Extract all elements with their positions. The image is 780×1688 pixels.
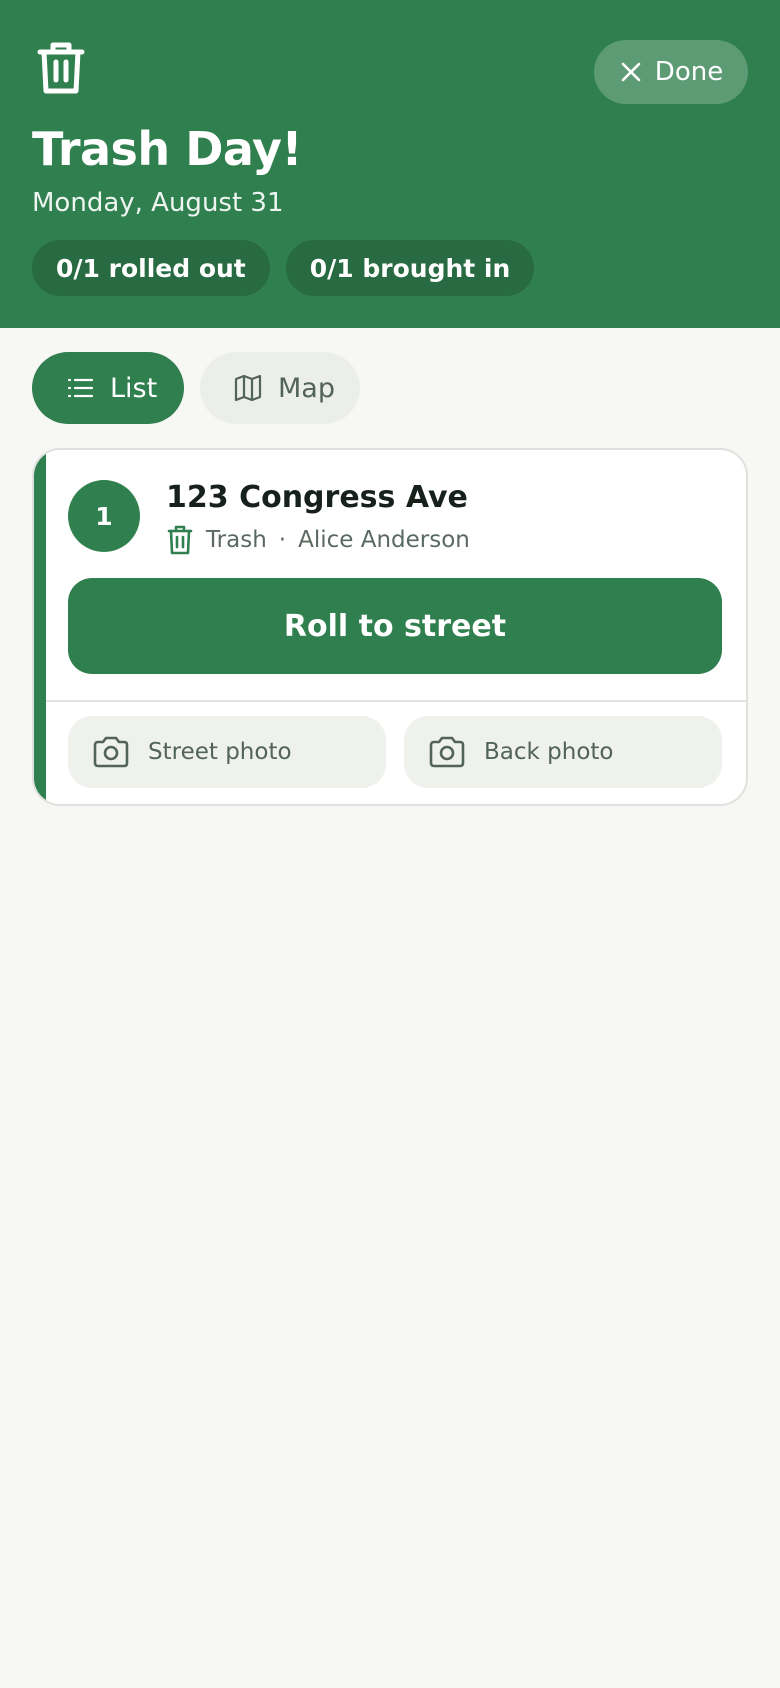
stop-card: 1 123 Congress Ave Trash · Alice Anderso… xyxy=(32,448,748,806)
back-photo-button[interactable]: Back photo xyxy=(404,716,722,788)
street-photo-button[interactable]: Street photo xyxy=(68,716,386,788)
card-divider xyxy=(46,700,746,702)
page-title: Trash Day! xyxy=(32,122,302,176)
trash-icon xyxy=(36,40,86,96)
camera-icon xyxy=(428,735,466,769)
street-photo-label: Street photo xyxy=(148,739,292,765)
stop-meta: Trash · Alice Anderson xyxy=(166,524,470,556)
brought-in-badge: 0/1 brought in xyxy=(285,240,535,296)
camera-icon xyxy=(92,735,130,769)
bin-type: Trash xyxy=(206,527,267,553)
roll-to-street-button[interactable]: Roll to street xyxy=(68,578,722,674)
view-toggle: List Map xyxy=(32,352,360,424)
card-accent-bar xyxy=(34,450,46,804)
rolled-out-badge: 0/1 rolled out xyxy=(32,240,270,296)
map-icon xyxy=(232,372,264,404)
progress-pills: 0/1 rolled out 0/1 brought in xyxy=(32,240,535,296)
done-label: Done xyxy=(654,57,724,87)
close-icon xyxy=(619,60,643,84)
tab-map[interactable]: Map xyxy=(200,352,360,424)
list-icon xyxy=(64,372,96,404)
back-photo-label: Back photo xyxy=(484,739,614,765)
trash-bin-icon xyxy=(166,524,194,556)
header: Done Trash Day! Monday, August 31 0/1 ro… xyxy=(0,0,780,328)
stop-address: 123 Congress Ave xyxy=(166,480,468,515)
tab-list-label: List xyxy=(110,372,158,404)
tab-list[interactable]: List xyxy=(32,352,184,424)
tab-map-label: Map xyxy=(278,372,335,404)
bin-owner: Alice Anderson xyxy=(298,527,470,553)
done-button[interactable]: Done xyxy=(594,40,748,104)
page-date: Monday, August 31 xyxy=(32,188,284,218)
stop-number-badge: 1 xyxy=(68,480,140,552)
meta-separator: · xyxy=(278,527,287,553)
